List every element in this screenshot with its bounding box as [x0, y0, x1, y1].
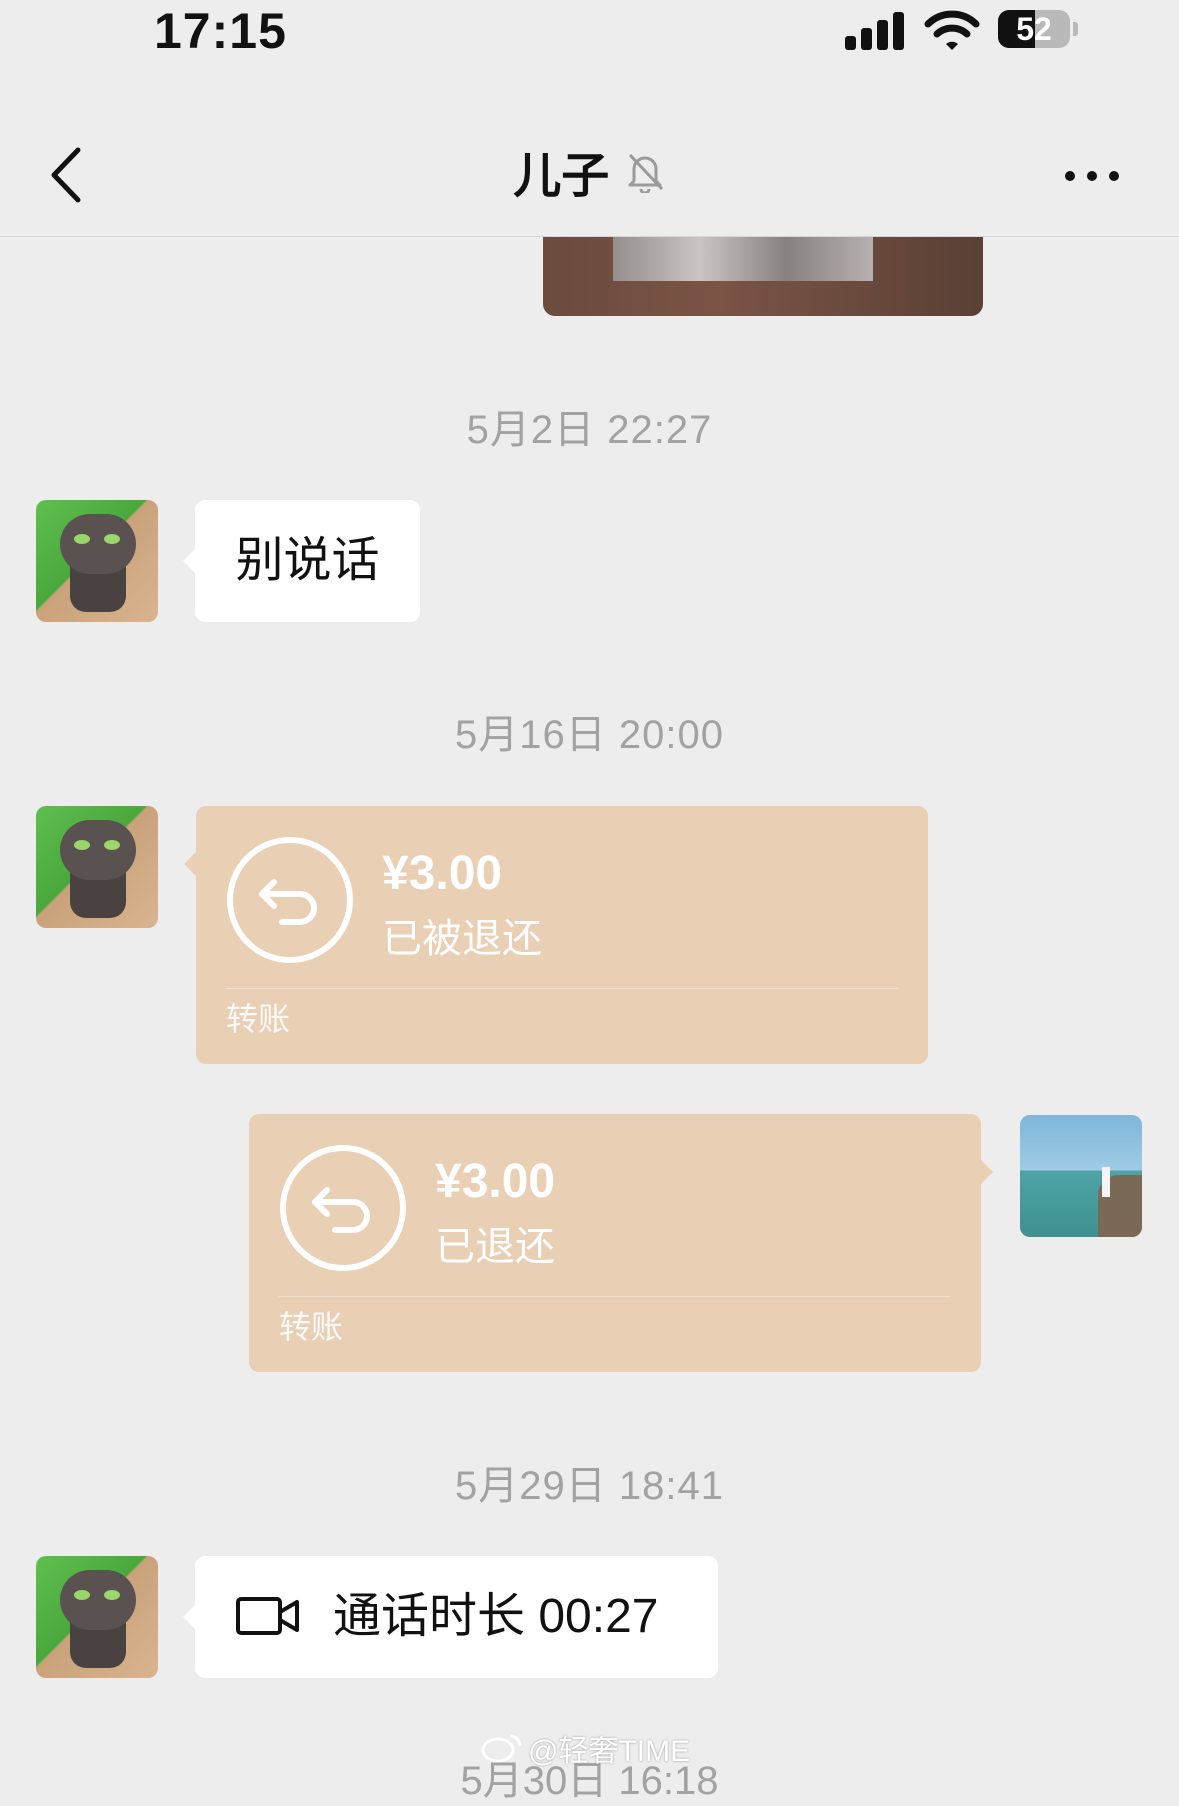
transfer-message[interactable]: ¥3.00 已退还 转账 [249, 1114, 993, 1372]
contact-avatar[interactable] [36, 500, 158, 622]
video-camera-icon [236, 1597, 299, 1635]
contact-avatar[interactable] [36, 1556, 158, 1678]
timestamp: 5月29日 18:41 [455, 1464, 724, 1508]
transfer-status: 已退还 [435, 1225, 555, 1269]
transfer-divider [226, 988, 898, 989]
weibo-icon [481, 1734, 522, 1763]
photo-content [613, 236, 873, 281]
status-bar: 17:15 52 [0, 0, 1179, 64]
chat-title: 儿子 [513, 150, 610, 203]
text-message[interactable]: 别说话 [183, 500, 420, 622]
call-duration-text: 通话时长 00:27 [333, 1590, 659, 1643]
signal-icon [845, 12, 905, 50]
title-area: 儿子 [0, 136, 1179, 206]
contact-avatar[interactable] [36, 806, 158, 928]
timestamp: 5月16日 20:00 [455, 713, 724, 757]
transfer-amount: ¥3.00 [382, 847, 503, 900]
transfer-label: 转账 [279, 1309, 344, 1345]
watermark-text: @轻奢TIME [528, 1735, 691, 1768]
more-dots-icon[interactable] [1062, 164, 1122, 188]
chat-header: 儿子 [0, 118, 1179, 237]
battery-tip [1073, 22, 1078, 36]
battery-level: 52 [1016, 11, 1052, 47]
transfer-message[interactable]: ¥3.00 已被退还 转账 [184, 806, 928, 1064]
transfer-amount: ¥3.00 [435, 1155, 556, 1208]
call-record-message[interactable]: 通话时长 00:27 [183, 1556, 718, 1678]
return-arrow-icon [280, 1145, 406, 1271]
transfer-label: 转账 [226, 1001, 291, 1037]
timestamp: 5月2日 22:27 [466, 408, 713, 452]
battery-icon: 52 [998, 10, 1070, 48]
wifi-icon [924, 10, 980, 50]
transfer-status: 已被退还 [382, 917, 542, 961]
bell-slash-icon [628, 153, 663, 193]
self-avatar[interactable] [1020, 1115, 1142, 1237]
return-arrow-icon [227, 837, 353, 963]
status-time: 17:15 [154, 3, 287, 59]
text-message-content: 别说话 [235, 534, 380, 587]
transfer-divider [279, 1296, 951, 1297]
